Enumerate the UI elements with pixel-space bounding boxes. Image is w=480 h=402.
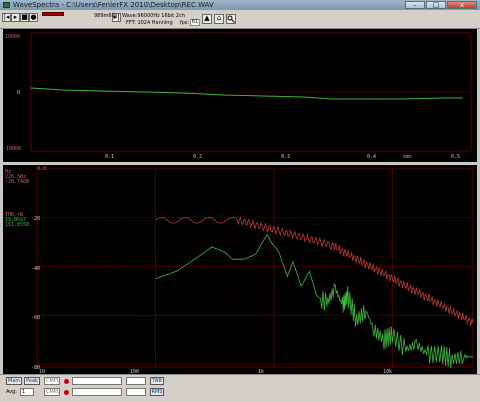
spectrum-panel[interactable]: 0.0 Hz 226.5Hz -20.74dB THD.+N 59.8697 1…: [3, 165, 477, 375]
app-window: WaveSpectra - C:\Users\FenlerFX 2010\Des…: [0, 0, 480, 402]
toolbar: |◂ ▸ ■ ● ▸| 989m69s Wave:96000Hz 16bit 2…: [0, 10, 480, 29]
wave-x-tick: 0.3: [281, 154, 291, 160]
spectrum-plot: [36, 168, 474, 369]
time-readout: 989m69s: [94, 13, 118, 19]
app-icon: [3, 2, 10, 8]
window-title: WaveSpectra - C:\Users\FenlerFX 2010\Des…: [13, 1, 214, 9]
tab-button[interactable]: TAB: [150, 377, 164, 385]
ch1-level: -20.74dB: [5, 179, 30, 185]
maximize-button[interactable]: □: [426, 1, 446, 9]
wave-y-top-label: 10000: [5, 34, 21, 40]
cmpl-extra-field-2[interactable]: [126, 388, 146, 396]
cmpl-field-2[interactable]: CMPL: [44, 388, 60, 396]
close-button[interactable]: x: [447, 1, 477, 9]
wave-x-tick: 0.4: [367, 154, 377, 160]
cmpl-text-input[interactable]: [72, 377, 122, 385]
avg-label: Avg:: [6, 389, 17, 395]
thd-value-2: 151.8558: [5, 222, 30, 228]
fft-info: FFT: 1024 Hanning: [126, 20, 173, 26]
spectrum-y-tick: -20: [31, 216, 41, 222]
wave-y-mid-label: 0: [17, 90, 21, 96]
settings-icon[interactable]: [226, 14, 236, 24]
zoom-icon[interactable]: ▲: [202, 14, 212, 24]
record-indicator-icon: [64, 390, 69, 395]
minimize-button[interactable]: –: [405, 1, 425, 9]
peak-button[interactable]: Peak: [24, 377, 40, 385]
play-button[interactable]: ▸: [11, 13, 20, 22]
wave-x-tick: 0.5: [451, 154, 461, 160]
waveform-panel[interactable]: 10000 0 -10000 0.1 0.2 0.3 0.4 sec 0.5: [3, 29, 477, 162]
fps-field[interactable]: 61: [190, 19, 200, 26]
waveform-plot: [30, 32, 472, 152]
spectrum-y-tick: -60: [31, 315, 41, 321]
main-button[interactable]: Main: [6, 377, 22, 385]
title-bar[interactable]: WaveSpectra - C:\Users\FenlerFX 2010\Des…: [0, 0, 480, 10]
stop-button[interactable]: ■: [20, 13, 29, 22]
status-bar: Main Peak CMPL TAB Avg: 1 CMPL RMS: [0, 374, 480, 402]
fps-label: fps:: [180, 20, 190, 26]
record-indicator-icon: [64, 379, 69, 384]
avg-select[interactable]: 1: [20, 388, 34, 396]
chart-icon[interactable]: ⌂: [214, 14, 224, 24]
db-top-label: 0.0: [37, 166, 47, 172]
rewind-button[interactable]: |◂: [2, 13, 11, 22]
cmpl-field[interactable]: CMPL: [44, 377, 60, 385]
wave-x-unit: sec: [403, 154, 413, 160]
wave-y-bottom-label: -10000: [3, 146, 22, 152]
rms-button[interactable]: RMS: [150, 388, 164, 396]
cmpl-extra-field[interactable]: [126, 377, 146, 385]
spectrum-y-tick: -40: [31, 266, 41, 272]
record-button[interactable]: ●: [29, 13, 38, 22]
wave-x-tick: 0.2: [193, 154, 203, 160]
record-level-meter: [42, 12, 64, 16]
cmpl-text-input-2[interactable]: [72, 388, 122, 396]
wave-format-info: Wave:96000Hz 16bit 2ch: [122, 13, 185, 19]
wave-x-tick: 0.1: [105, 154, 115, 160]
